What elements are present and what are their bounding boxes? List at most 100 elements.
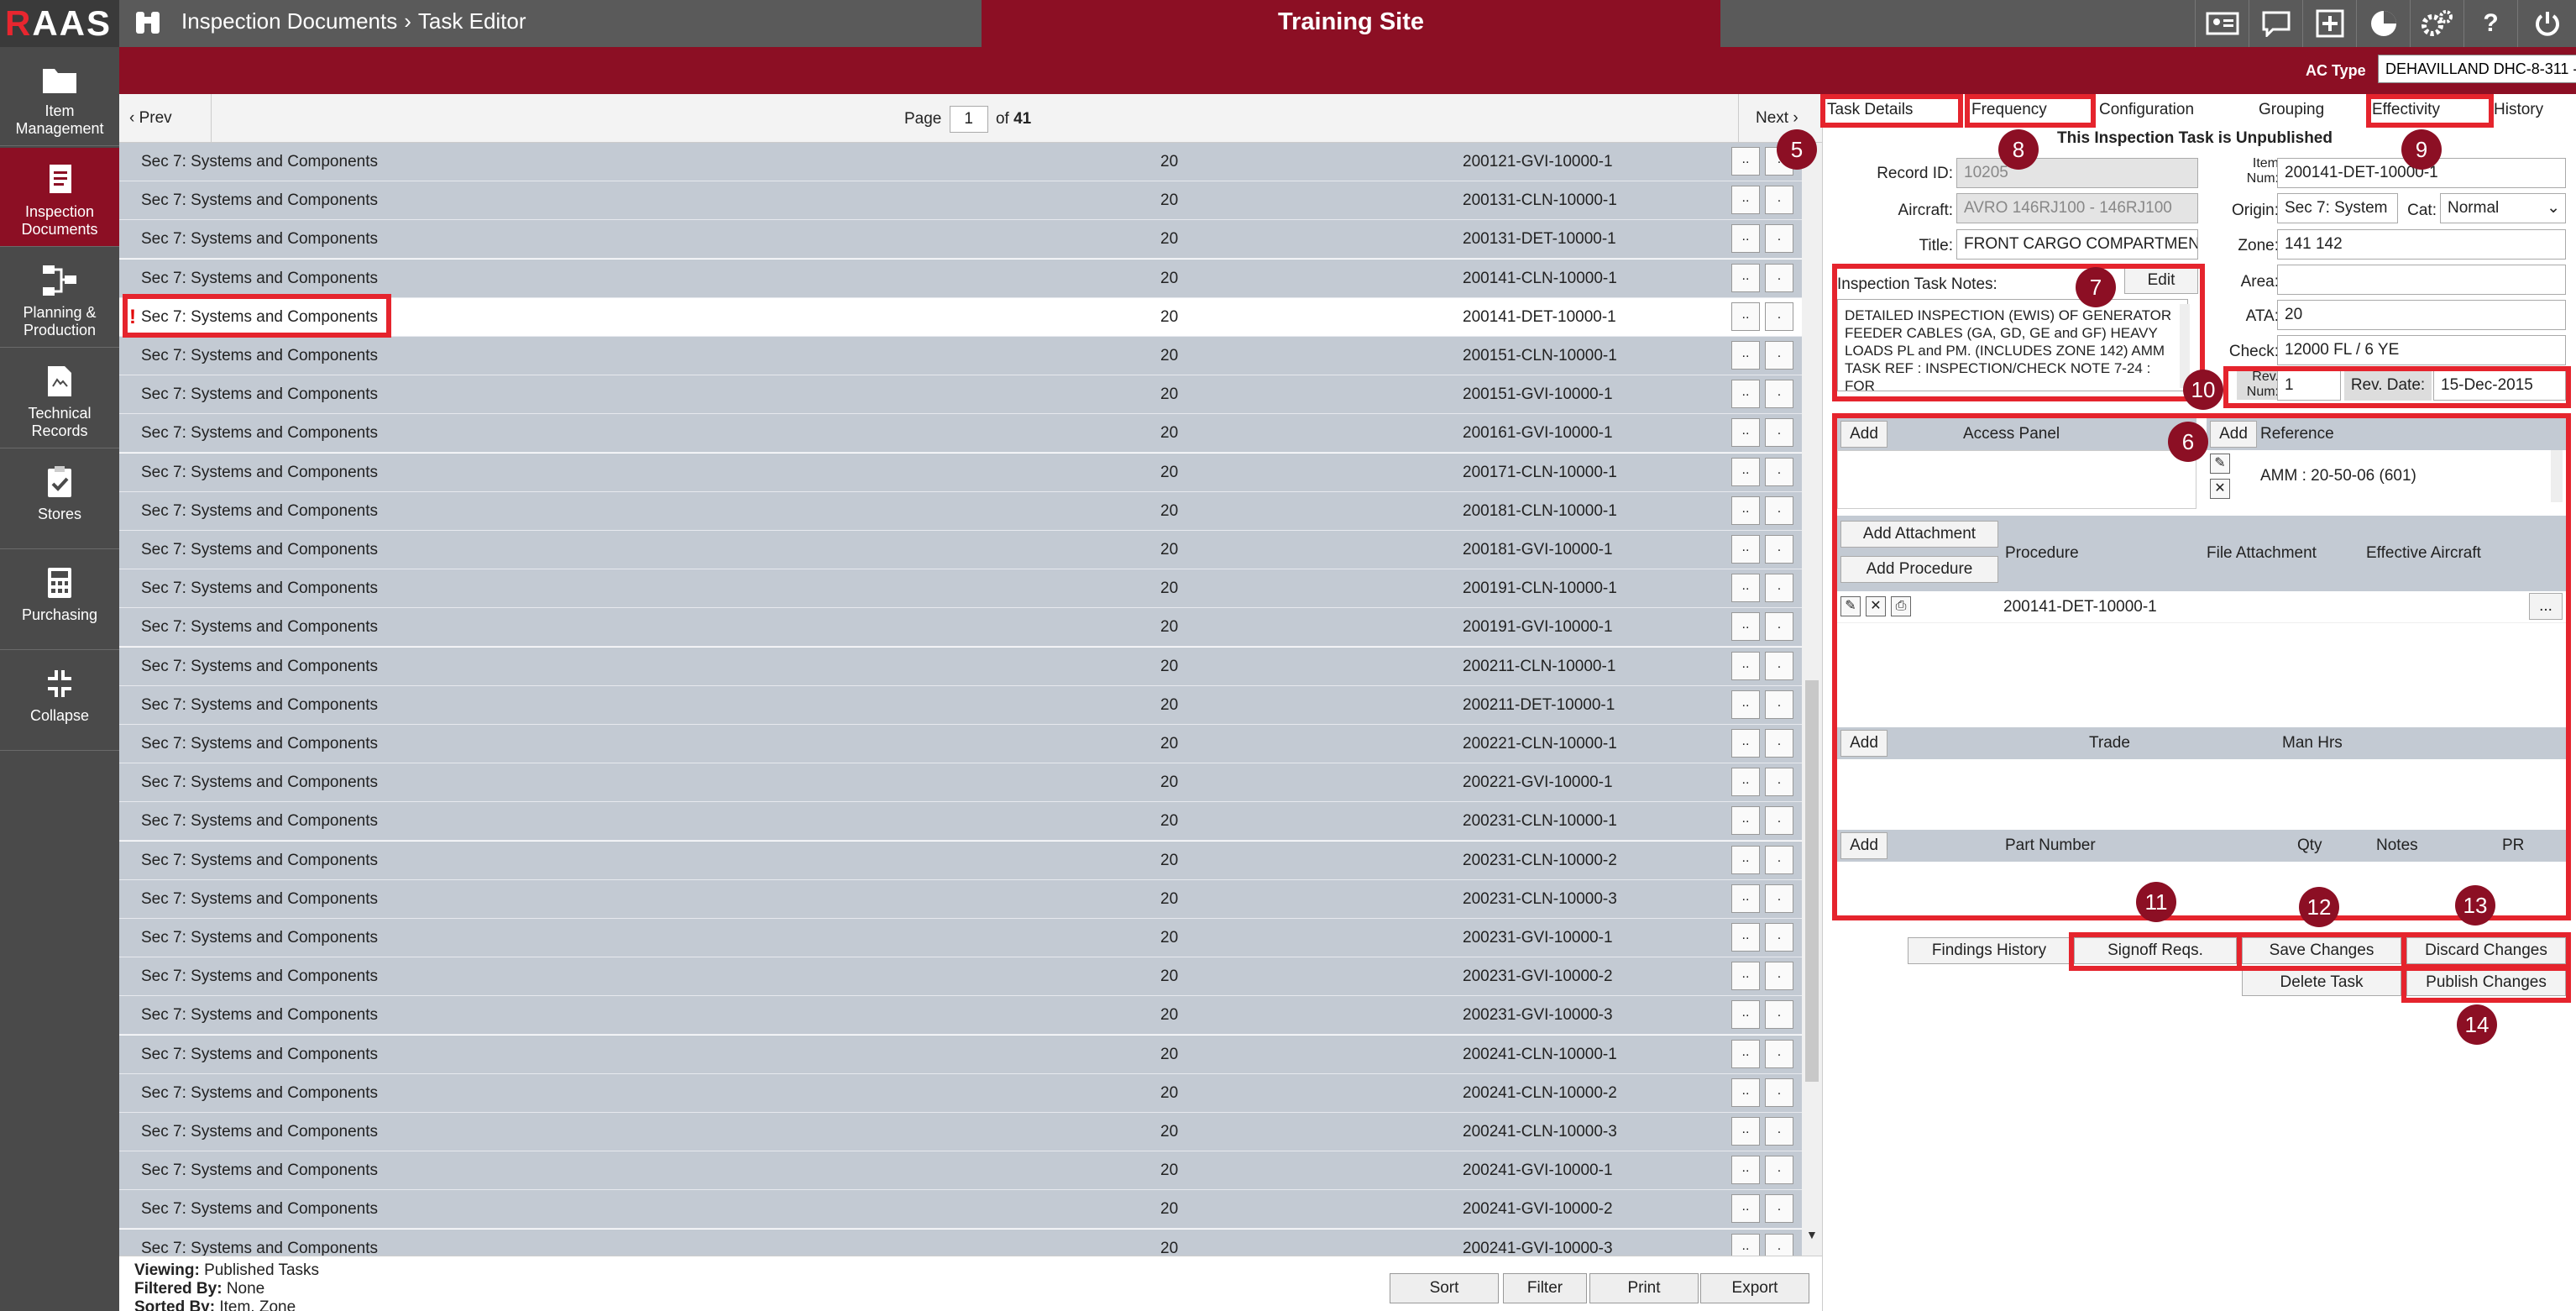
row-menu-button[interactable]: . bbox=[1765, 768, 1793, 797]
delete-task-button[interactable]: Delete Task bbox=[2242, 969, 2401, 996]
row-details-button[interactable]: .. bbox=[1731, 263, 1760, 292]
row-details-button[interactable]: .. bbox=[1731, 1039, 1760, 1068]
row-details-button[interactable]: .. bbox=[1731, 418, 1760, 448]
binoculars-icon[interactable] bbox=[133, 8, 163, 39]
row-details-button[interactable]: .. bbox=[1731, 496, 1760, 525]
row-details-button[interactable]: .. bbox=[1731, 806, 1760, 836]
tab-effectivity[interactable]: Effectivity bbox=[2372, 97, 2440, 126]
page-number-input[interactable]: 1 bbox=[949, 106, 988, 133]
row-menu-button[interactable]: . bbox=[1765, 1000, 1793, 1030]
area-field[interactable] bbox=[2277, 265, 2566, 295]
table-row[interactable]: Sec 7: Systems and Components 20 200231-CL… bbox=[119, 802, 1802, 842]
row-details-button[interactable]: .. bbox=[1731, 651, 1760, 680]
edit-icon[interactable]: ✎ bbox=[2210, 454, 2230, 474]
table-row[interactable]: Sec 7: Systems and Components 20 200221-GV… bbox=[119, 763, 1802, 803]
row-menu-button[interactable]: . bbox=[1765, 496, 1793, 525]
add-reference-button[interactable]: Add bbox=[2210, 421, 2257, 448]
print-icon[interactable]: ⎙ bbox=[1891, 596, 1911, 616]
add-access-panel-button[interactable]: Add bbox=[1840, 421, 1887, 448]
row-menu-button[interactable]: . bbox=[1765, 612, 1793, 642]
row-menu-button[interactable]: . bbox=[1765, 729, 1793, 758]
row-menu-button[interactable]: . bbox=[1765, 380, 1793, 409]
procedure-row[interactable]: ✎ ✕ ⎙ 200141-DET-10000-1 ... bbox=[1837, 591, 2566, 623]
gears-icon[interactable] bbox=[2410, 0, 2463, 47]
table-row[interactable]: Sec 7: Systems and Components 20 200191-GV… bbox=[119, 608, 1802, 648]
table-row[interactable]: Sec 7: Systems and Components 20 200231-CL… bbox=[119, 879, 1802, 919]
row-details-button[interactable]: .. bbox=[1731, 1117, 1760, 1146]
add-part-button[interactable]: Add bbox=[1840, 832, 1887, 859]
table-row[interactable]: Sec 7: Systems and Components 20 200161-GV… bbox=[119, 414, 1802, 454]
tab-grouping[interactable]: Grouping bbox=[2259, 97, 2324, 126]
delete-icon[interactable]: ✕ bbox=[2210, 479, 2230, 499]
row-details-button[interactable]: .. bbox=[1731, 962, 1760, 991]
findings-history-button[interactable]: Findings History bbox=[1908, 937, 2071, 964]
table-row[interactable]: Sec 7: Systems and Components 20 200181-CL… bbox=[119, 491, 1802, 531]
row-details-button[interactable]: .. bbox=[1731, 186, 1760, 215]
row-details-button[interactable]: .. bbox=[1731, 845, 1760, 874]
tab-history[interactable]: History bbox=[2494, 97, 2543, 126]
table-row[interactable]: Sec 7: Systems and Components 20 200241-GV… bbox=[119, 1151, 1802, 1191]
chat-icon[interactable] bbox=[2249, 0, 2302, 47]
table-row[interactable]: Sec 7: Systems and Components 20 200241-GV… bbox=[119, 1229, 1802, 1256]
row-details-button[interactable]: .. bbox=[1731, 1194, 1760, 1224]
sort-button[interactable]: Sort bbox=[1390, 1273, 1499, 1303]
row-menu-button[interactable]: . bbox=[1765, 1078, 1793, 1107]
row-menu-button[interactable]: . bbox=[1765, 341, 1793, 370]
row-menu-button[interactable]: . bbox=[1765, 845, 1793, 874]
table-row[interactable]: Sec 7: Systems and Components 20 200241-CL… bbox=[119, 1113, 1802, 1151]
scroll-down-icon[interactable]: ▼ bbox=[1806, 1228, 1818, 1241]
check-field[interactable]: 12000 FL / 6 YE bbox=[2277, 335, 2566, 365]
sidebar-item-inspection-documents[interactable]: Inspection Documents bbox=[0, 148, 129, 247]
row-menu-button[interactable]: . bbox=[1765, 1117, 1793, 1146]
prev-button[interactable]: ‹ Prev bbox=[129, 94, 212, 143]
rev-date-field[interactable]: 15-Dec-2015 bbox=[2433, 370, 2566, 401]
row-details-button[interactable]: .. bbox=[1731, 729, 1760, 758]
row-menu-button[interactable]: . bbox=[1765, 923, 1793, 952]
row-menu-button[interactable]: . bbox=[1765, 186, 1793, 215]
row-details-button[interactable]: .. bbox=[1731, 923, 1760, 952]
publish-changes-button[interactable]: Publish Changes bbox=[2406, 969, 2566, 996]
zone-field[interactable]: 141 142 bbox=[2277, 229, 2566, 260]
pie-chart-icon[interactable] bbox=[2356, 0, 2410, 47]
row-details-button[interactable]: .. bbox=[1731, 224, 1760, 254]
table-row[interactable]: Sec 7: Systems and Components 20 200151-CL… bbox=[119, 337, 1802, 375]
table-row[interactable]: Sec 7: Systems and Components 20 200121-GV… bbox=[119, 143, 1802, 181]
ata-field[interactable]: 20 bbox=[2277, 300, 2566, 330]
ac-type-select[interactable]: DEHAVILLAND DHC-8-311 - DHC-8-3⌄ bbox=[2378, 55, 2576, 83]
table-row[interactable]: Sec 7: Systems and Components 20 200211-CL… bbox=[119, 647, 1802, 686]
row-menu-button[interactable]: . bbox=[1765, 574, 1793, 603]
row-menu-button[interactable]: . bbox=[1765, 535, 1793, 564]
row-details-button[interactable]: .. bbox=[1731, 884, 1760, 913]
power-icon[interactable] bbox=[2517, 0, 2576, 47]
table-row[interactable]: Sec 7: Systems and Components 20 200211-DE… bbox=[119, 685, 1802, 725]
table-row[interactable]: Sec 7: Systems and Components 20 200181-GV… bbox=[119, 531, 1802, 569]
table-row[interactable]: Sec 7: Systems and Components 20 200141-CL… bbox=[119, 259, 1802, 298]
sidebar-item-stores[interactable]: Stores bbox=[0, 450, 119, 549]
reference-scrollbar[interactable] bbox=[2551, 450, 2563, 502]
filter-button[interactable]: Filter bbox=[1503, 1273, 1587, 1303]
row-details-button[interactable]: .. bbox=[1731, 147, 1760, 176]
help-icon[interactable]: ? bbox=[2463, 0, 2517, 47]
table-row[interactable]: Sec 7: Systems and Components 20 200221-CL… bbox=[119, 725, 1802, 763]
edit-notes-button[interactable]: Edit bbox=[2124, 267, 2198, 294]
raas-logo[interactable]: RAAS bbox=[0, 0, 119, 47]
table-row[interactable]: Sec 7: Systems and Components 20 200171-CL… bbox=[119, 453, 1802, 492]
breadcrumb-section[interactable]: Inspection Documents bbox=[181, 8, 397, 34]
row-menu-button[interactable]: . bbox=[1765, 806, 1793, 836]
row-menu-button[interactable]: . bbox=[1765, 1233, 1793, 1256]
procedure-name[interactable]: 200141-DET-10000-1 bbox=[2003, 598, 2157, 616]
add-trade-button[interactable]: Add bbox=[1840, 730, 1887, 757]
row-details-button[interactable]: .. bbox=[1731, 1078, 1760, 1107]
table-row[interactable]: Sec 7: Systems and Components 20 200231-GV… bbox=[119, 957, 1802, 997]
row-menu-button[interactable]: . bbox=[1765, 884, 1793, 913]
tab-configuration[interactable]: Configuration bbox=[2099, 97, 2194, 126]
row-menu-button[interactable]: . bbox=[1765, 1156, 1793, 1185]
export-button[interactable]: Export bbox=[1700, 1273, 1809, 1303]
row-details-button[interactable]: .. bbox=[1731, 612, 1760, 642]
table-row[interactable]: Sec 7: Systems and Components 20 200231-GV… bbox=[119, 919, 1802, 957]
row-details-button[interactable]: .. bbox=[1731, 457, 1760, 486]
origin-field[interactable]: Sec 7: System bbox=[2277, 193, 2398, 223]
row-details-button[interactable]: .. bbox=[1731, 574, 1760, 603]
id-card-icon[interactable] bbox=[2195, 0, 2249, 47]
row-details-button[interactable]: .. bbox=[1731, 1156, 1760, 1185]
